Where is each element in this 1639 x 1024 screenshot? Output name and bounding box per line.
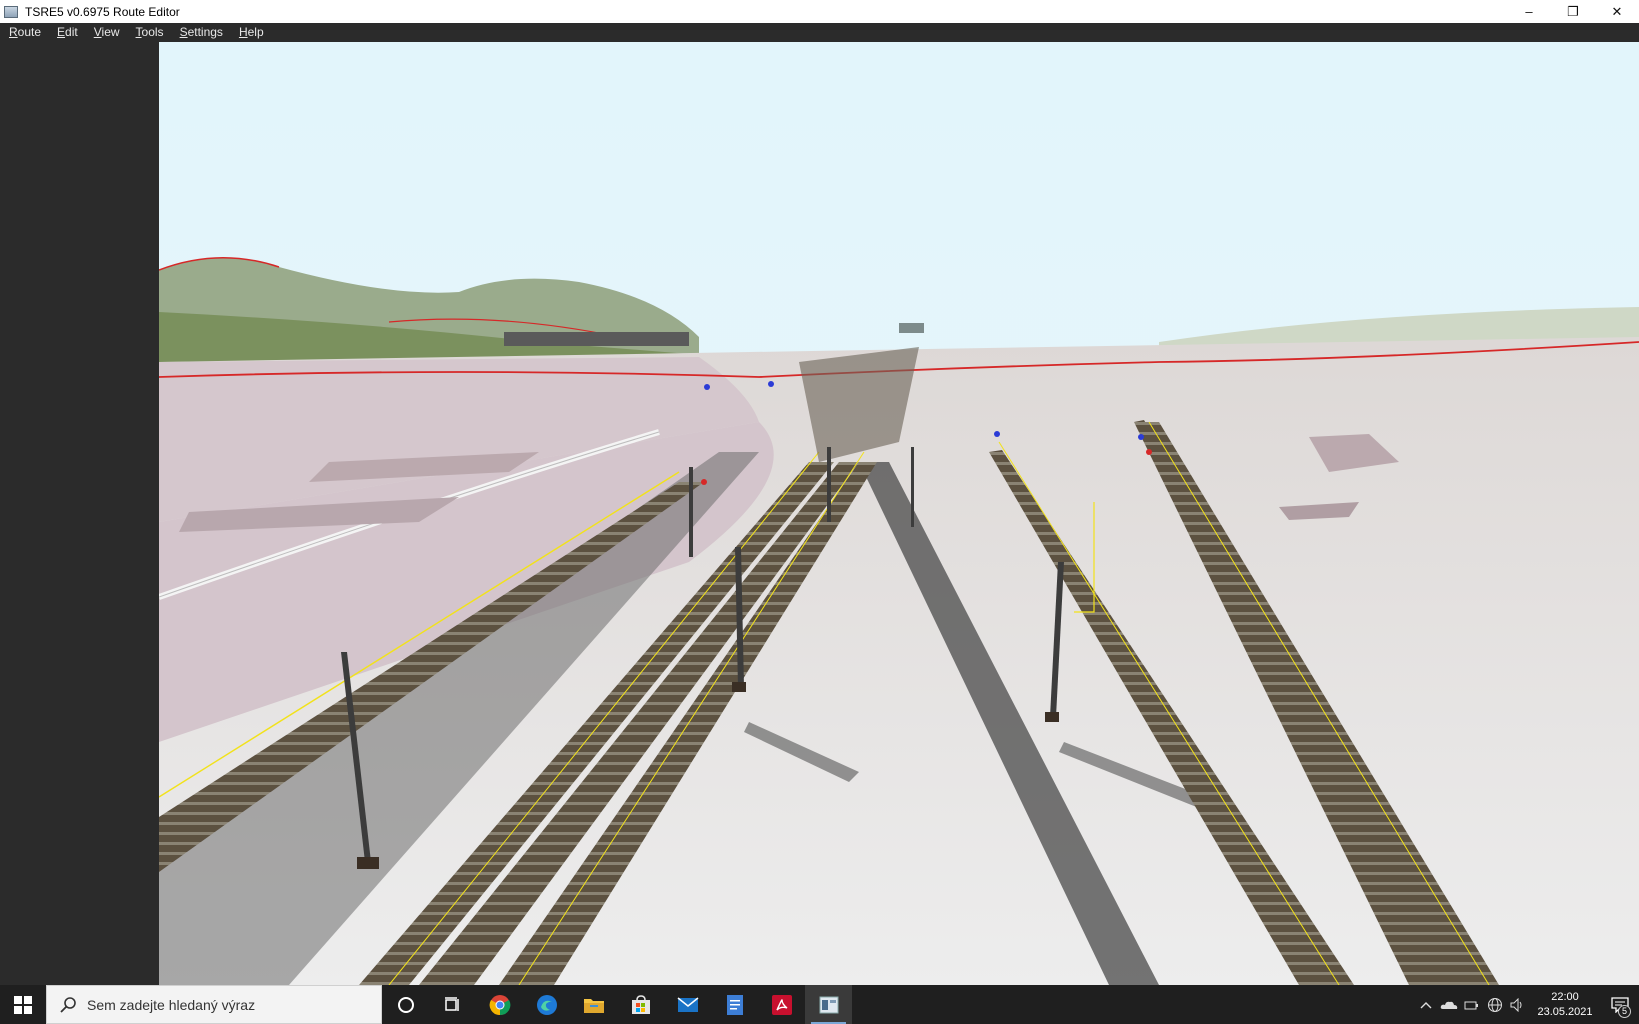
clock[interactable]: 22:00 23.05.2021: [1529, 990, 1601, 1020]
mail-icon: [677, 996, 698, 1012]
pole-base-3: [1045, 712, 1059, 722]
menu-settings[interactable]: Settings: [171, 23, 230, 42]
taskbar-mail[interactable]: [664, 985, 711, 1024]
chrome-icon: [489, 994, 510, 1015]
menu-tools[interactable]: Tools: [127, 23, 171, 42]
store-icon: [631, 994, 650, 1014]
onedrive-icon[interactable]: [1437, 985, 1460, 1024]
menu-bar: Route Edit View Tools Settings Help: [0, 23, 1639, 42]
signal-6: [1146, 449, 1152, 455]
menu-view[interactable]: View: [85, 23, 127, 42]
catenary-pole-6: [911, 447, 914, 527]
network-globe-icon[interactable]: [1483, 985, 1506, 1024]
restore-button[interactable]: ❐: [1551, 0, 1595, 23]
pole-base-2: [732, 682, 746, 692]
search-placeholder: Sem zadejte hledaný výraz: [87, 996, 256, 1013]
notification-count: 5: [1618, 1005, 1631, 1018]
cortana-icon: [397, 996, 414, 1013]
clock-time: 22:00: [1551, 990, 1579, 1003]
signal-3: [994, 431, 1000, 437]
volume-icon[interactable]: [1506, 985, 1529, 1024]
route-3d-viewport[interactable]: [159, 42, 1639, 985]
signal-4: [1138, 434, 1144, 440]
windows-icon: [14, 995, 32, 1014]
menu-route[interactable]: Route: [0, 23, 48, 42]
taskbar-route-editor[interactable]: [805, 985, 852, 1024]
menu-edit[interactable]: Edit: [48, 23, 85, 42]
menu-help[interactable]: Help: [230, 23, 271, 42]
title-bar: TSRE5 v0.6975 Route Editor – ❐ ✕: [0, 0, 1639, 23]
signal-5: [701, 479, 707, 485]
edge-icon: [536, 994, 557, 1015]
app-icon: [4, 5, 18, 18]
catenary-pole-5: [827, 447, 831, 522]
taskbar-store[interactable]: [617, 985, 664, 1024]
signal-2: [768, 381, 774, 387]
taskbar-search[interactable]: Sem zadejte hledaný výraz: [46, 985, 382, 1024]
notification-center-button[interactable]: 5: [1601, 985, 1639, 1024]
signal-1: [704, 384, 710, 390]
clock-date: 23.05.2021: [1537, 1005, 1593, 1018]
taskbar-edge[interactable]: [523, 985, 570, 1024]
start-button[interactable]: [0, 985, 46, 1024]
window-title: TSRE5 v0.6975 Route Editor: [25, 4, 180, 19]
pole-base-1: [357, 857, 379, 869]
taskbar-file-explorer[interactable]: [570, 985, 617, 1024]
minimize-button[interactable]: –: [1507, 0, 1551, 23]
taskbar-document[interactable]: [711, 985, 758, 1024]
file-explorer-icon: [583, 998, 604, 1013]
route-scene: [159, 42, 1639, 985]
side-panel: [0, 42, 159, 985]
task-view-button[interactable]: [429, 985, 476, 1024]
task-view-icon: [444, 996, 459, 1011]
building-shed: [504, 332, 689, 346]
cortana-button[interactable]: [382, 985, 429, 1024]
battery-plug-icon[interactable]: [1460, 985, 1483, 1024]
close-button[interactable]: ✕: [1595, 0, 1639, 23]
search-icon: [60, 996, 76, 1013]
route-editor-icon: [819, 996, 838, 1013]
building-station: [899, 323, 924, 333]
system-tray: 22:00 23.05.2021 5: [1414, 985, 1639, 1024]
catenary-pole-4: [689, 467, 693, 557]
tray-chevron-up-icon[interactable]: [1414, 985, 1437, 1024]
taskbar: Sem zadejte hledaný výraz 22:00 23.05.20…: [0, 985, 1639, 1024]
window-controls: – ❐ ✕: [1507, 0, 1639, 23]
document-icon: [726, 994, 743, 1015]
taskbar-chrome[interactable]: [476, 985, 523, 1024]
acrobat-icon: [771, 994, 792, 1015]
taskbar-acrobat[interactable]: [758, 985, 805, 1024]
